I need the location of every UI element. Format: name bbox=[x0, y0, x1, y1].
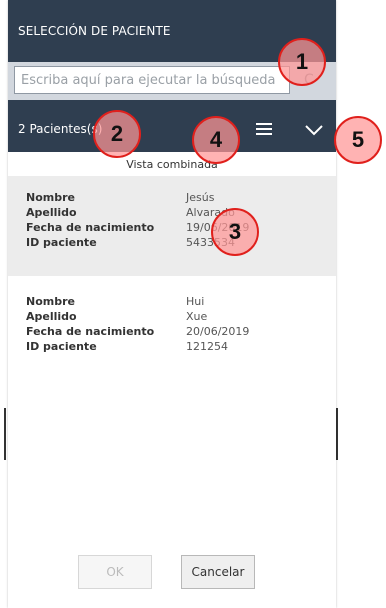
ok-button[interactable]: OK bbox=[78, 555, 152, 589]
chevron-down-icon[interactable] bbox=[304, 122, 324, 141]
patient-count-label: 2 Pacientes(s) bbox=[18, 122, 103, 136]
panel-title: SELECCIÓN DE PACIENTE bbox=[18, 24, 171, 38]
field-value: Xue bbox=[186, 310, 208, 323]
field-label: Apellido bbox=[26, 310, 77, 323]
callout-marker-3: 3 bbox=[211, 208, 259, 256]
list-view-icon[interactable] bbox=[256, 123, 272, 137]
callout-marker-4: 4 bbox=[192, 116, 240, 164]
patient-count-bar: 2 Pacientes(s) bbox=[8, 108, 336, 152]
window-edge-marker-left bbox=[4, 408, 6, 460]
callout-marker-2: 2 bbox=[93, 110, 141, 158]
patient-selection-panel: SELECCIÓN DE PACIENTE C 2 Pacientes(s) V… bbox=[8, 0, 336, 608]
window-edge-marker-right bbox=[336, 408, 338, 460]
field-label: Fecha de nacimiento bbox=[26, 221, 155, 234]
cancel-button[interactable]: Cancelar bbox=[181, 555, 255, 589]
field-label: ID paciente bbox=[26, 340, 97, 353]
patient-field: Apellido Alvarado bbox=[26, 205, 336, 220]
view-mode-label: Vista combinada bbox=[126, 158, 218, 171]
field-value: Jesús bbox=[186, 191, 215, 204]
field-label: Fecha de nacimiento bbox=[26, 325, 155, 338]
patient-field: Nombre Jesús bbox=[26, 190, 336, 205]
field-label: ID paciente bbox=[26, 236, 97, 249]
field-value: 121254 bbox=[186, 340, 228, 353]
patient-field: Fecha de nacimiento 19/06/2019 bbox=[26, 220, 336, 235]
patient-field: ID paciente 5433534 bbox=[26, 235, 336, 250]
patient-card-selected[interactable]: Nombre Jesús Apellido Alvarado Fecha de … bbox=[8, 176, 336, 276]
field-label: Nombre bbox=[26, 191, 75, 204]
field-value: 20/06/2019 bbox=[186, 325, 250, 338]
patient-field: Fecha de nacimiento 20/06/2019 bbox=[26, 324, 336, 339]
patient-card[interactable]: Nombre Hui Apellido Xue Fecha de nacimie… bbox=[8, 280, 336, 380]
field-label: Apellido bbox=[26, 206, 77, 219]
field-value: Hui bbox=[186, 295, 205, 308]
patient-field: Nombre Hui bbox=[26, 294, 336, 309]
dialog-footer: OK Cancelar bbox=[8, 555, 336, 605]
patient-field: Apellido Xue bbox=[26, 309, 336, 324]
callout-marker-1: 1 bbox=[278, 38, 326, 86]
search-input[interactable] bbox=[14, 66, 290, 94]
patient-field: ID paciente 121254 bbox=[26, 339, 336, 354]
callout-marker-5: 5 bbox=[334, 116, 382, 164]
field-label: Nombre bbox=[26, 295, 75, 308]
